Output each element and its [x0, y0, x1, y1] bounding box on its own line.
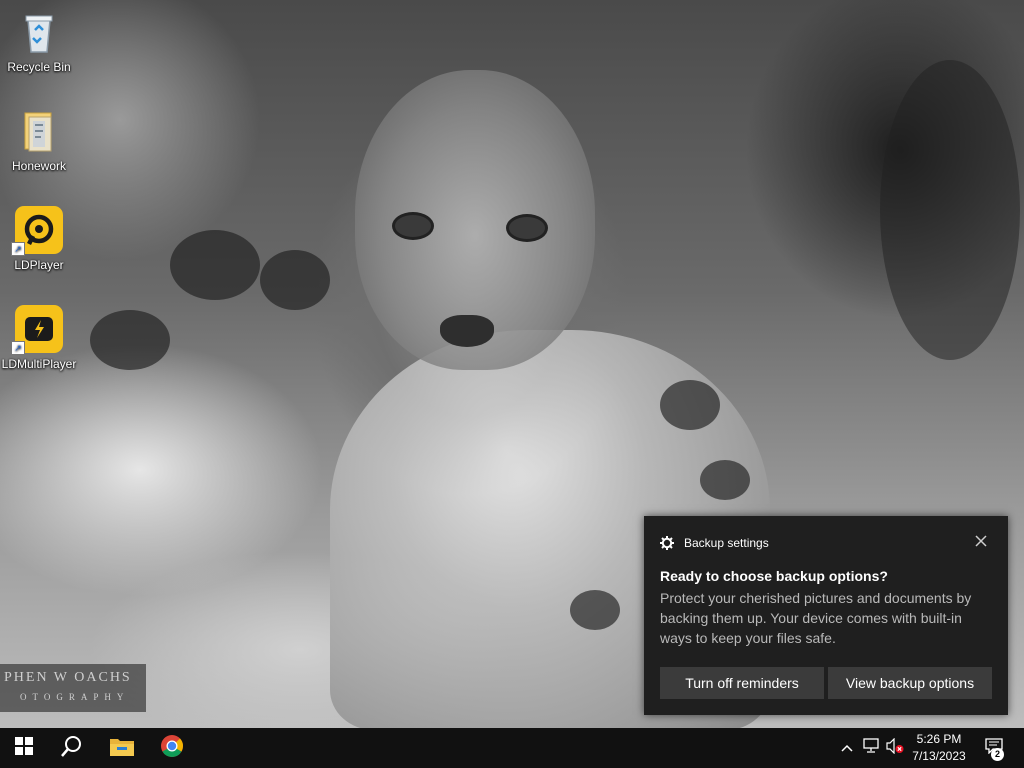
- desktop-icon-label: LDPlayer: [14, 258, 64, 272]
- chrome-icon: [160, 734, 184, 763]
- clock-date: 7/13/2023: [912, 749, 966, 763]
- start-button[interactable]: [0, 728, 48, 768]
- show-hidden-icons-button[interactable]: [838, 728, 856, 768]
- wallpaper-spot: [90, 310, 170, 370]
- folder-icon: [15, 107, 63, 155]
- wallpaper-leopard-eye: [392, 212, 434, 240]
- clock-time: 5:26 PM: [916, 732, 962, 746]
- desktop-icon-ldmultiplayer[interactable]: ↗ LDMultiPlayer: [1, 305, 77, 371]
- wallpaper-leopard-nose: [440, 315, 494, 347]
- desktop-icon-label: Honework: [11, 159, 67, 173]
- turn-off-reminders-button[interactable]: Turn off reminders: [660, 667, 824, 699]
- volume-muted-icon: [886, 737, 904, 759]
- desktop-icon-recycle-bin[interactable]: Recycle Bin: [1, 8, 77, 74]
- taskbar-chrome[interactable]: [148, 728, 196, 768]
- wallpaper-watermark: PHEN W OACHS OTOGRAPHY: [0, 664, 146, 712]
- shortcut-arrow-icon: ↗: [11, 341, 25, 355]
- file-explorer-icon: [110, 736, 134, 761]
- toast-header: Backup settings: [660, 536, 769, 550]
- desktop-icon-honework[interactable]: Honework: [1, 107, 77, 173]
- wallpaper-spot: [170, 230, 260, 300]
- windows-start-icon: [15, 736, 33, 760]
- wallpaper-spot: [660, 380, 720, 430]
- close-icon[interactable]: [974, 534, 988, 548]
- wallpaper-leopard-eye: [506, 214, 548, 242]
- desktop-icon-ldplayer[interactable]: ↗ LDPlayer: [1, 206, 77, 272]
- gear-icon: [660, 536, 674, 550]
- chevron-up-icon: [841, 739, 853, 757]
- clock[interactable]: 5:26 PM 7/13/2023: [906, 731, 972, 765]
- network-icon: [862, 737, 880, 759]
- desktop-icon-label: LDMultiPlayer: [1, 357, 77, 371]
- wallpaper-shadow: [880, 60, 1020, 360]
- backup-notification-toast: Backup settings Ready to choose backup o…: [644, 516, 1008, 715]
- taskbar-file-explorer[interactable]: [98, 728, 146, 768]
- shortcut-arrow-icon: ↗: [11, 242, 25, 256]
- wallpaper-spot: [700, 460, 750, 500]
- taskbar: 5:26 PM 7/13/2023: [0, 728, 1024, 768]
- ldplayer-icon: ↗: [11, 206, 63, 256]
- ldmultiplayer-icon: ↗: [11, 305, 63, 355]
- toast-body: Protect your cherished pictures and docu…: [660, 590, 972, 646]
- view-backup-options-button[interactable]: View backup options: [828, 667, 992, 699]
- toast-app-name: Backup settings: [684, 536, 769, 550]
- search-icon: [61, 735, 83, 762]
- recycle-bin-icon: [15, 8, 63, 56]
- search-button[interactable]: [48, 728, 96, 768]
- desktop-icon-label: Recycle Bin: [7, 60, 71, 74]
- volume-tray-button[interactable]: [884, 728, 906, 768]
- wallpaper-spot: [260, 250, 330, 310]
- wallpaper-spot: [570, 590, 620, 630]
- watermark-line1: PHEN W OACHS: [4, 670, 132, 685]
- network-tray-button[interactable]: [860, 728, 882, 768]
- watermark-line2: OTOGRAPHY: [20, 692, 130, 702]
- toast-title: Ready to choose backup options?: [660, 568, 888, 584]
- notification-count-badge: 2: [991, 748, 1004, 761]
